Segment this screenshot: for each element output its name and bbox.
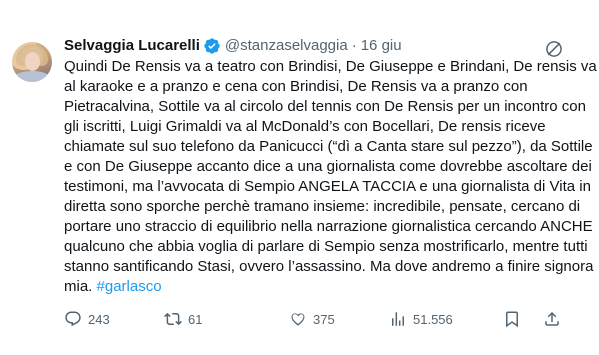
like-button[interactable]: 375 bbox=[289, 310, 389, 328]
bookmark-icon bbox=[506, 311, 518, 328]
retweet-button[interactable]: 61 bbox=[164, 310, 279, 328]
verified-badge-icon bbox=[203, 37, 221, 55]
views-count: 51.556 bbox=[413, 311, 453, 327]
share-button[interactable] bbox=[543, 310, 561, 328]
retweet-icon bbox=[164, 312, 182, 326]
reply-button[interactable]: 243 bbox=[64, 310, 134, 328]
tweet-actions: 243 61 375 51.556 bbox=[64, 309, 599, 329]
like-icon bbox=[291, 313, 305, 326]
tweet-content: Selvaggia Lucarelli @stanzaselvaggia · 1… bbox=[64, 36, 599, 355]
reply-icon bbox=[65, 311, 81, 327]
tweet-text: Quindi De Rensis va a teatro con Brindis… bbox=[64, 57, 599, 297]
grok-button[interactable] bbox=[543, 38, 565, 60]
author-handle[interactable]: @stanzaselvaggia bbox=[225, 36, 348, 56]
avatar-face bbox=[25, 52, 40, 71]
author-name[interactable]: Selvaggia Lucarelli bbox=[64, 36, 200, 56]
tweet-card[interactable]: Selvaggia Lucarelli @stanzaselvaggia · 1… bbox=[0, 0, 599, 355]
avatar-shirt bbox=[14, 71, 50, 82]
retweet-count: 61 bbox=[188, 311, 203, 327]
like-count: 375 bbox=[313, 311, 335, 327]
share-icon bbox=[545, 311, 559, 326]
avatar[interactable] bbox=[12, 42, 52, 82]
bookmark-button[interactable] bbox=[503, 310, 521, 328]
tweet-timestamp[interactable]: 16 giu bbox=[361, 36, 402, 56]
tweet-header: Selvaggia Lucarelli @stanzaselvaggia · 1… bbox=[64, 36, 599, 56]
views-icon bbox=[392, 312, 404, 326]
separator-dot: · bbox=[351, 37, 357, 54]
reply-count: 243 bbox=[88, 311, 110, 327]
tweet-body-text: Quindi De Rensis va a teatro con Brindis… bbox=[64, 58, 597, 295]
grok-icon bbox=[546, 41, 562, 57]
hashtag-link[interactable]: #garlasco bbox=[97, 278, 162, 295]
views-button[interactable]: 51.556 bbox=[389, 310, 499, 328]
